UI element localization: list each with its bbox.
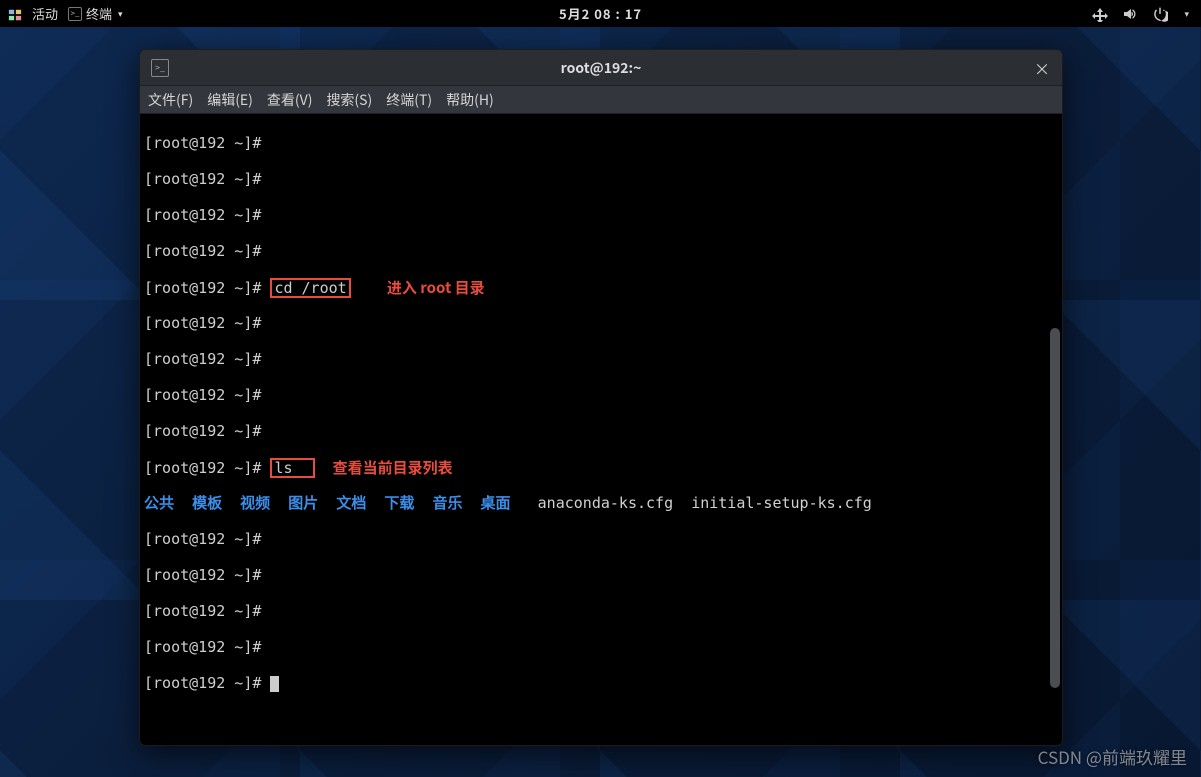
window-title: root@192:~ [561, 58, 642, 78]
chevron-down-icon: ▾ [1184, 7, 1189, 20]
activities-label[interactable]: 活动 [32, 4, 58, 23]
gnome-top-panel: 活动 >_ 终端 ▾ 5月2 08 : 17 ▾ [0, 0, 1201, 27]
dir-item: 图片 [288, 494, 318, 512]
prompt: [root@192 ~]# [144, 386, 261, 404]
dir-item: 视频 [240, 494, 270, 512]
dir-item: 下载 [384, 494, 414, 512]
panel-clock[interactable]: 5月2 08 : 17 [559, 4, 642, 23]
menu-edit[interactable]: 编辑(E) [207, 90, 253, 110]
terminal-window: root@192:~ × 文件(F) 编辑(E) 查看(V) 搜索(S) 终端(… [139, 49, 1063, 746]
prompt: [root@192 ~]# [144, 459, 261, 477]
window-icon [140, 59, 180, 77]
menu-help[interactable]: 帮助(H) [446, 90, 494, 110]
menu-terminal[interactable]: 终端(T) [386, 90, 432, 110]
prompt: [root@192 ~]# [144, 674, 261, 692]
watermark: CSDN @前端玖耀里 [1038, 744, 1187, 769]
activities-icon[interactable] [8, 7, 22, 21]
dir-item: 桌面 [481, 494, 511, 512]
panel-right: ▾ [1092, 6, 1201, 22]
command-ls-box: ls [270, 458, 314, 478]
annotation-cd: 进入 root 目录 [387, 277, 485, 298]
prompt: [root@192 ~]# [144, 602, 261, 620]
volume-icon[interactable] [1122, 6, 1138, 22]
ls-output-line: 公共 模板 视频 图片 文档 下载 音乐 桌面 anaconda-ks.cfg … [144, 494, 1048, 512]
close-button[interactable]: × [1022, 56, 1062, 80]
menu-search[interactable]: 搜索(S) [326, 90, 372, 110]
prompt: [root@192 ~]# [144, 134, 261, 152]
menu-bar: 文件(F) 编辑(E) 查看(V) 搜索(S) 终端(T) 帮助(H) [140, 86, 1062, 114]
menu-view[interactable]: 查看(V) [267, 90, 313, 110]
power-icon[interactable] [1152, 6, 1168, 22]
command-cd-box: cd /root [270, 278, 350, 298]
window-titlebar[interactable]: root@192:~ × [140, 50, 1062, 86]
prompt: [root@192 ~]# [144, 350, 261, 368]
dir-item: 文档 [336, 494, 366, 512]
terminal-area[interactable]: [root@192 ~]# [root@192 ~]# [root@192 ~]… [140, 114, 1062, 745]
annotation-ls: 查看当前目录列表 [333, 457, 453, 478]
prompt: [root@192 ~]# [144, 279, 261, 297]
network-icon[interactable] [1092, 6, 1108, 22]
file-item: anaconda-ks.cfg [538, 494, 673, 512]
command-cd: cd /root [274, 279, 346, 297]
terminal-content[interactable]: [root@192 ~]# [root@192 ~]# [root@192 ~]… [140, 114, 1048, 745]
menu-file[interactable]: 文件(F) [148, 90, 193, 110]
dir-item: 模板 [192, 494, 222, 512]
command-ls: ls [274, 459, 292, 477]
app-menu-label: 终端 [86, 4, 112, 23]
prompt: [root@192 ~]# [144, 206, 261, 224]
prompt: [root@192 ~]# [144, 242, 261, 260]
prompt: [root@192 ~]# [144, 422, 261, 440]
file-item: initial-setup-ks.cfg [691, 494, 872, 512]
cursor-icon [270, 676, 279, 692]
prompt: [root@192 ~]# [144, 170, 261, 188]
dir-item: 公共 [144, 494, 174, 512]
prompt: [root@192 ~]# [144, 314, 261, 332]
dir-item: 音乐 [432, 494, 462, 512]
panel-left: 活动 >_ 终端 ▾ [0, 4, 123, 23]
terminal-icon: >_ [68, 7, 82, 21]
scrollbar[interactable] [1050, 118, 1060, 741]
prompt: [root@192 ~]# [144, 530, 261, 548]
app-menu[interactable]: >_ 终端 ▾ [68, 4, 123, 23]
prompt: [root@192 ~]# [144, 566, 261, 584]
chevron-down-icon: ▾ [118, 7, 123, 20]
scrollbar-thumb[interactable] [1050, 328, 1060, 688]
prompt: [root@192 ~]# [144, 638, 261, 656]
